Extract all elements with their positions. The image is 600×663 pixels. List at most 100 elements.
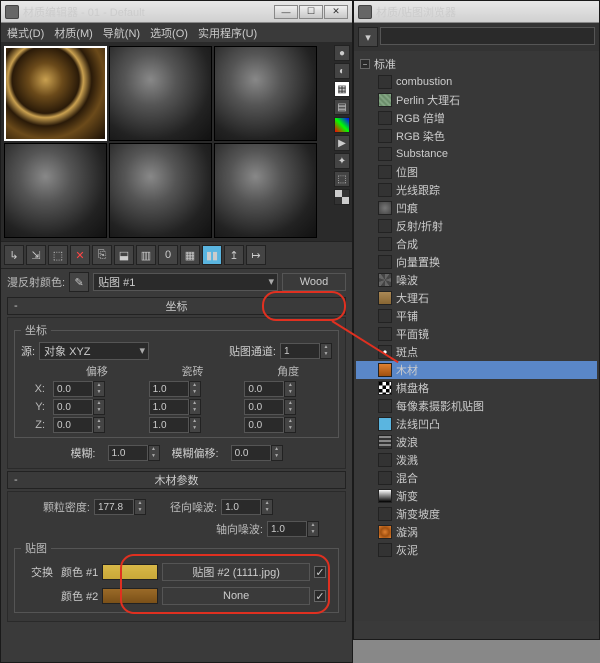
material-map-nav-icon[interactable]	[334, 189, 350, 205]
tree-item[interactable]: 渐变坡度	[356, 505, 597, 523]
tree-item[interactable]: 向量置换	[356, 253, 597, 271]
tree-item[interactable]: RGB 染色	[356, 127, 597, 145]
color1-map-check[interactable]: ✓	[314, 566, 326, 578]
tiling-x[interactable]: ▲▼	[149, 381, 237, 397]
angle-x[interactable]: ▲▼	[244, 381, 332, 397]
category-standard[interactable]: − 标准	[356, 55, 597, 73]
maximize-button[interactable]: ☐	[299, 5, 323, 19]
tree-item[interactable]: 反射/折射	[356, 217, 597, 235]
map-type-button[interactable]: Wood	[282, 273, 346, 291]
tree-item[interactable]: 泼溅	[356, 451, 597, 469]
options-icon[interactable]: ✦	[334, 153, 350, 169]
tree-item[interactable]: 棋盘格	[356, 379, 597, 397]
sample-uv-icon[interactable]: ▤	[334, 99, 350, 115]
swap-button[interactable]: 交换	[27, 564, 57, 580]
radial-noise[interactable]: ▲▼	[221, 499, 273, 515]
make-copy-icon[interactable]: ⎘	[92, 245, 112, 265]
tree-item-label: 灰泥	[396, 542, 418, 558]
sample-slot-3[interactable]	[214, 46, 317, 141]
background-icon[interactable]: ▦	[334, 81, 350, 97]
rollout-wood-params[interactable]: 木材参数	[7, 471, 346, 489]
collapse-icon[interactable]: −	[360, 59, 370, 69]
browser-titlebar[interactable]: 材质/贴图浏览器	[354, 1, 599, 23]
sample-type-icon[interactable]: ●	[334, 45, 350, 61]
get-material-icon[interactable]: ↳	[4, 245, 24, 265]
show-in-vp-icon[interactable]: ▦	[180, 245, 200, 265]
video-color-icon[interactable]	[334, 117, 350, 133]
color1-map-button[interactable]: 贴图 #2 (1111.jpg)	[162, 563, 310, 581]
sample-slot-1[interactable]	[4, 46, 107, 141]
offset-x[interactable]: ▲▼	[53, 381, 141, 397]
tree-item[interactable]: RGB 倍增	[356, 109, 597, 127]
go-parent-icon[interactable]: ↥	[224, 245, 244, 265]
tree-item-label: 斑点	[396, 344, 418, 360]
source-label: 源:	[21, 343, 35, 359]
offset-z[interactable]: ▲▼	[53, 417, 141, 433]
blur-spinner[interactable]: ▲▼	[108, 445, 160, 461]
sample-slot-4[interactable]	[4, 143, 107, 238]
tiling-y[interactable]: ▲▼	[149, 399, 237, 415]
put-to-lib-icon[interactable]: ▥	[136, 245, 156, 265]
reset-icon[interactable]: ✕	[70, 245, 90, 265]
map-type-icon	[378, 525, 392, 539]
tree-item[interactable]: 渐变	[356, 487, 597, 505]
color2-map-check[interactable]: ✓	[314, 590, 326, 602]
go-forward-icon[interactable]: ↦	[246, 245, 266, 265]
tree-item[interactable]: 合成	[356, 235, 597, 253]
bluroffset-spinner[interactable]: ▲▼	[231, 445, 283, 461]
tree-item[interactable]: Perlin 大理石	[356, 91, 597, 109]
angle-z[interactable]: ▲▼	[244, 417, 332, 433]
tree-item[interactable]: 位图	[356, 163, 597, 181]
tree-item[interactable]: combustion	[356, 73, 597, 91]
color1-swatch[interactable]	[102, 564, 158, 580]
color2-swatch[interactable]	[102, 588, 158, 604]
axial-noise[interactable]: ▲▼	[267, 521, 319, 537]
grain-thickness[interactable]: ▲▼	[94, 499, 146, 515]
make-preview-icon[interactable]: ▶	[334, 135, 350, 151]
source-dropdown[interactable]: 对象 XYZ	[39, 342, 149, 360]
tree-item[interactable]: 凹痕	[356, 199, 597, 217]
search-input[interactable]	[380, 27, 595, 45]
map-name-dropdown[interactable]: 贴图 #1	[93, 273, 278, 291]
tree-item[interactable]: 灰泥	[356, 541, 597, 559]
tree-item[interactable]: 噪波	[356, 271, 597, 289]
rollout-coordinates[interactable]: 坐标	[7, 297, 346, 315]
minimize-button[interactable]: —	[274, 5, 298, 19]
color2-map-button[interactable]: None	[162, 587, 310, 605]
tree-item[interactable]: 斑点	[356, 343, 597, 361]
tree-item[interactable]: 木材	[356, 361, 597, 379]
put-to-scene-icon[interactable]: ⇲	[26, 245, 46, 265]
sample-slot-6[interactable]	[214, 143, 317, 238]
tree-item[interactable]: 平面镜	[356, 325, 597, 343]
menu-utilities[interactable]: 实用程序(U)	[198, 25, 257, 41]
tiling-z[interactable]: ▲▼	[149, 417, 237, 433]
assign-icon[interactable]: ⬚	[48, 245, 68, 265]
tree-item[interactable]: 大理石	[356, 289, 597, 307]
menu-options[interactable]: 选项(O)	[150, 25, 188, 41]
backlight-icon[interactable]: ◐	[334, 63, 350, 79]
mapchannel-spinner[interactable]: ▲▼	[280, 343, 332, 359]
pick-icon[interactable]: ✎	[69, 272, 89, 292]
tree-item[interactable]: 法线凹凸	[356, 415, 597, 433]
tree-item[interactable]: Substance	[356, 145, 597, 163]
tree-item[interactable]: 平铺	[356, 307, 597, 325]
close-button[interactable]: ✕	[324, 5, 348, 19]
editor-titlebar[interactable]: 材质编辑器 - 01 - Default — ☐ ✕	[1, 1, 352, 23]
angle-y[interactable]: ▲▼	[244, 399, 332, 415]
search-options-icon[interactable]: ▾	[358, 27, 378, 47]
tree-item[interactable]: 每像素摄影机贴图	[356, 397, 597, 415]
menu-mode[interactable]: 模式(D)	[7, 25, 44, 41]
tree-item[interactable]: 光线跟踪	[356, 181, 597, 199]
menu-navigate[interactable]: 导航(N)	[103, 25, 140, 41]
menu-material[interactable]: 材质(M)	[54, 25, 93, 41]
tree-item[interactable]: 混合	[356, 469, 597, 487]
make-unique-icon[interactable]: ⬓	[114, 245, 134, 265]
show-end-result-icon[interactable]: ▮▮	[202, 245, 222, 265]
tree-item[interactable]: 波浪	[356, 433, 597, 451]
sample-slot-5[interactable]	[109, 143, 212, 238]
select-by-mat-icon[interactable]: ⬚	[334, 171, 350, 187]
offset-y[interactable]: ▲▼	[53, 399, 141, 415]
tree-item[interactable]: 漩涡	[356, 523, 597, 541]
sample-slot-2[interactable]	[109, 46, 212, 141]
material-id-icon[interactable]: 0	[158, 245, 178, 265]
